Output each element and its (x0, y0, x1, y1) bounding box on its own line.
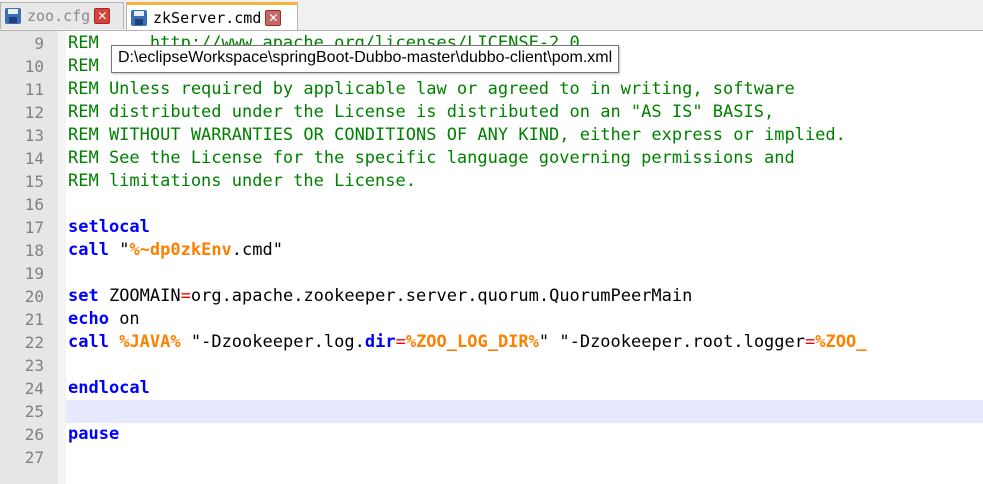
code-token: " "-Dzookeeper.root.logger (538, 332, 805, 352)
code-line[interactable]: 13 REM WITHOUT WARRANTIES OR CONDITIONS O… (0, 124, 983, 147)
code-line[interactable]: 16 (0, 193, 983, 216)
line-number: 22 (24, 333, 44, 352)
tab-label: zoo.cfg (27, 7, 91, 25)
line-number: 19 (24, 264, 44, 283)
line-number: 13 (24, 126, 44, 145)
code-line[interactable]: 22 call %JAVA% "-Dzookeeper.log.dir=%ZOO_… (0, 331, 983, 354)
line-number: 27 (24, 448, 44, 467)
code-token: " (108, 240, 130, 260)
code-token: set (68, 286, 99, 306)
close-icon[interactable]: ✕ (265, 9, 282, 26)
code-line[interactable]: 24 endlocal (0, 377, 983, 400)
code-text: REM WITHOUT WARRANTIES OR CONDITIONS OF … (68, 124, 846, 147)
code-line[interactable]: 15 REM limitations under the License. (0, 170, 983, 193)
code-line[interactable]: 20 set ZOOMAIN=org.apache.zookeeper.serve… (0, 285, 983, 308)
line-number: 10 (24, 57, 44, 76)
line-number: 21 (24, 310, 44, 329)
code-line[interactable]: 23 (0, 354, 983, 377)
code-text: setlocal (68, 216, 150, 239)
editor[interactable]: 9 REM http://www.apache.org/licenses/LICE… (0, 31, 983, 484)
code-line[interactable]: 26 pause (0, 423, 983, 446)
line-number: 25 (24, 402, 44, 421)
code-token: REM (68, 56, 99, 76)
code-text: REM See the License for the specific lan… (68, 147, 795, 170)
code-text: call "%~dp0zkEnv.cmd" (68, 239, 283, 262)
line-number: 14 (24, 149, 44, 168)
code-token: = (395, 332, 406, 352)
line-number: 20 (24, 287, 44, 306)
code-text: set ZOOMAIN=org.apache.zookeeper.server.… (68, 285, 692, 308)
code-token: dir (364, 332, 396, 352)
code-token: .cmd" (231, 240, 283, 260)
file-path-tooltip: D:\eclipseWorkspace\springBoot-Dubbo-mas… (111, 45, 620, 73)
code-line[interactable]: 17 setlocal (0, 216, 983, 239)
save-icon (131, 9, 147, 26)
code-token: call (68, 240, 109, 260)
code-line[interactable]: 21 echo on (0, 308, 983, 331)
code-token: ZOOMAIN (98, 286, 181, 306)
code-text: REM Unless required by applicable law or… (68, 78, 795, 101)
code-line[interactable]: 18 call "%~dp0zkEnv.cmd" (0, 239, 983, 262)
code-line[interactable]: 14 REM See the License for the specific l… (0, 147, 983, 170)
code-text: REM limitations under the License. (68, 170, 416, 193)
code-token: endlocal (68, 378, 150, 398)
code-line[interactable]: 25 (0, 400, 983, 423)
code-text: REM (68, 55, 99, 78)
code-token: REM WITHOUT WARRANTIES OR CONDITIONS OF … (68, 125, 846, 145)
code-token: call (68, 332, 109, 352)
code-token: setlocal (68, 217, 150, 237)
code-token: "-Dzookeeper.log. (180, 332, 365, 352)
code-token: %JAVA% (119, 332, 181, 352)
code-text: endlocal (68, 377, 150, 400)
current-line-highlight (66, 400, 983, 423)
line-number: 12 (24, 103, 44, 122)
code-token: REM limitations under the License. (68, 171, 416, 191)
code-token: %ZOO_ (815, 332, 867, 352)
code-text: call %JAVA% "-Dzookeeper.log.dir=%ZOO_LO… (68, 331, 866, 354)
code-token: echo (68, 309, 109, 329)
code-line[interactable]: 27 (0, 446, 983, 469)
code-token: on (108, 309, 140, 329)
code-line[interactable]: 12 REM distributed under the License is d… (0, 101, 983, 124)
code-token: = (180, 286, 191, 306)
code-token: %~dp0zkEnv (129, 240, 232, 260)
line-number: 16 (24, 195, 44, 214)
line-number: 15 (24, 172, 44, 191)
line-number: 9 (34, 34, 44, 53)
line-number: 11 (24, 80, 44, 99)
line-number: 24 (24, 379, 44, 398)
close-icon[interactable]: ✕ (94, 8, 111, 24)
code-token: org.apache.zookeeper.server.quorum.Quoru… (190, 286, 693, 306)
line-number: 26 (24, 425, 44, 444)
code-token: = (805, 332, 816, 352)
code-token: %ZOO_LOG_DIR% (405, 332, 539, 352)
code-text: echo on (68, 308, 140, 331)
line-number: 18 (24, 241, 44, 260)
code-token: REM Unless required by applicable law or… (68, 79, 795, 99)
code-text: pause (68, 423, 119, 446)
line-number: 17 (24, 218, 44, 237)
code-token: REM See the License for the specific lan… (68, 148, 795, 168)
save-icon (5, 8, 21, 24)
code-text: REM distributed under the License is dis… (68, 101, 774, 124)
tab-bar: zoo.cfg ✕ zkServer.cmd ✕ (0, 0, 983, 31)
tab-zoo-cfg[interactable]: zoo.cfg ✕ (0, 2, 124, 29)
line-number: 23 (24, 356, 44, 375)
code-line[interactable]: 19 (0, 262, 983, 285)
code-token: pause (68, 424, 120, 444)
tab-zkserver-cmd[interactable]: zkServer.cmd ✕ (126, 2, 298, 30)
code-line[interactable]: 11 REM Unless required by applicable law … (0, 78, 983, 101)
tab-label: zkServer.cmd (153, 8, 262, 27)
code-token: REM distributed under the License is dis… (68, 102, 775, 122)
